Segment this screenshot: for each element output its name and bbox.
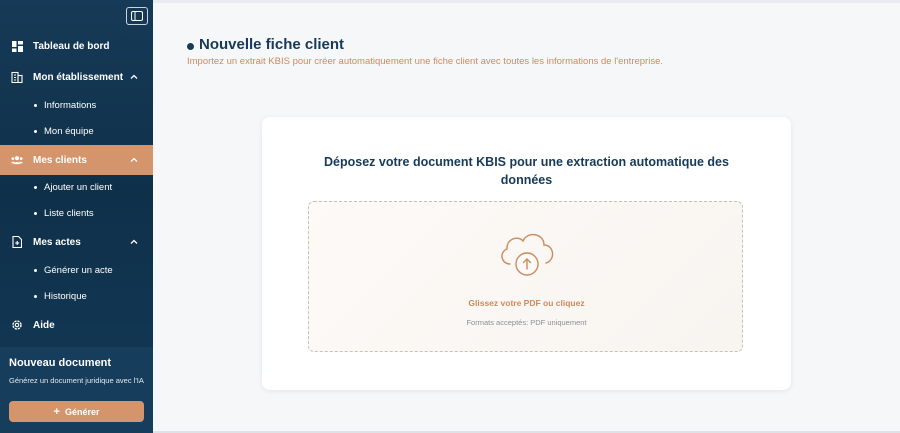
- users-icon: [11, 154, 23, 166]
- new-document-panel: Nouveau document Générez un document jur…: [0, 347, 153, 433]
- nav-item-label: Mes clients: [33, 154, 87, 166]
- sidebar-item-ajouter-client[interactable]: Ajouter un client: [0, 175, 153, 199]
- nav-item-label: Mon établissement: [33, 71, 124, 83]
- bullet-icon: [34, 211, 37, 215]
- bullet-icon: [34, 103, 37, 107]
- cloud-upload-icon: [501, 234, 554, 276]
- page-subtitle: Importez un extrait KBIS pour créer auto…: [187, 56, 664, 67]
- sub-item-label: Générer un acte: [44, 264, 113, 276]
- nav-item-label: Aide: [33, 319, 55, 331]
- nav-item-mes-actes[interactable]: Mes actes: [0, 227, 153, 257]
- upload-card: Déposez votre document KBIS pour une ext…: [262, 117, 791, 390]
- sidebar-toggle-icon: [131, 11, 143, 21]
- generate-button[interactable]: + Générer: [9, 401, 144, 422]
- sub-item-label: Ajouter un client: [44, 181, 113, 193]
- sub-item-label: Mon équipe: [44, 125, 94, 137]
- sidebar-item-liste-clients[interactable]: Liste clients: [0, 201, 153, 225]
- sidebar-item-mon-equipe[interactable]: Mon équipe: [0, 119, 153, 143]
- sidebar-item-historique[interactable]: Historique: [0, 284, 153, 308]
- new-document-title: Nouveau document: [9, 357, 112, 369]
- sub-item-label: Informations: [44, 99, 97, 111]
- bullet-icon: [34, 294, 37, 298]
- gear-icon: [11, 319, 23, 331]
- new-document-description: Générez un document juridique avec l'IA: [9, 376, 144, 385]
- upload-card-title: Déposez votre document KBIS pour une ext…: [324, 155, 729, 187]
- dropzone-formats-hint: Formats acceptés: PDF uniquement: [466, 318, 587, 327]
- chevron-up-icon: [130, 239, 138, 244]
- sidebar: Tableau de bord Mon établissement Inform…: [0, 0, 153, 433]
- bullet-icon: [34, 268, 37, 272]
- document-add-icon: [11, 236, 23, 248]
- title-bullet-icon: [187, 42, 194, 50]
- dropzone-label: Glissez votre PDF ou cliquez: [468, 298, 585, 308]
- chevron-up-icon: [130, 157, 138, 162]
- nav-item-mes-clients[interactable]: Mes clients: [0, 145, 153, 175]
- dashboard-icon: [11, 40, 23, 52]
- nav-item-etablissement[interactable]: Mon établissement: [0, 62, 153, 92]
- nav-item-label: Tableau de bord: [33, 40, 110, 52]
- page-title: Nouvelle fiche client: [187, 36, 344, 53]
- nav-item-aide[interactable]: Aide: [0, 310, 153, 340]
- page-title-text: Nouvelle fiche client: [199, 36, 345, 53]
- sidebar-item-generer-acte[interactable]: Générer un acte: [0, 258, 153, 282]
- sidebar-item-informations[interactable]: Informations: [0, 93, 153, 117]
- generate-button-label: Générer: [64, 406, 100, 417]
- file-dropzone[interactable]: Glissez votre PDF ou cliquez Formats acc…: [308, 201, 743, 352]
- nav-item-label: Mes actes: [33, 236, 81, 248]
- nav-item-dashboard[interactable]: Tableau de bord: [0, 31, 153, 61]
- bullet-icon: [34, 185, 37, 189]
- sub-item-label: Historique: [44, 290, 87, 302]
- bullet-icon: [34, 129, 37, 133]
- sidebar-toggle-button[interactable]: [126, 7, 148, 25]
- top-divider: [153, 0, 900, 3]
- sub-item-label: Liste clients: [44, 207, 94, 219]
- chevron-up-icon: [130, 74, 138, 79]
- building-icon: [11, 71, 23, 83]
- plus-icon: +: [53, 405, 60, 418]
